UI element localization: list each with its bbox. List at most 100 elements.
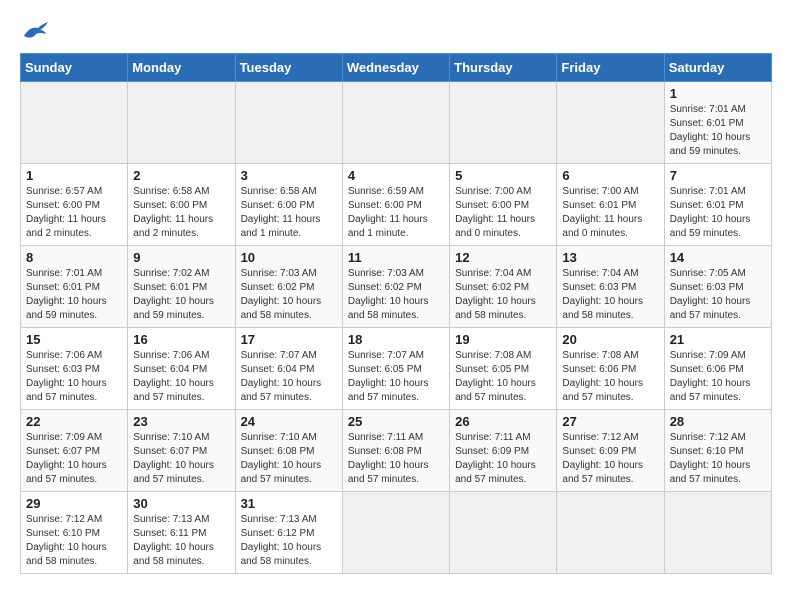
calendar-day: 9Sunrise: 7:02 AM Sunset: 6:01 PM Daylig…: [128, 246, 235, 328]
day-info: Sunrise: 7:04 AM Sunset: 6:03 PM Dayligh…: [562, 267, 658, 323]
day-info: Sunrise: 6:58 AM Sunset: 6:00 PM Dayligh…: [133, 185, 229, 241]
day-number: 30: [133, 496, 229, 511]
day-number: 14: [670, 250, 766, 265]
calendar-day: 15 Sunrise: 7:06 AM Sunset: 6:03 PM Dayli…: [21, 328, 128, 410]
day-number: 25: [348, 414, 444, 429]
calendar-day: [128, 82, 235, 164]
page-header: [20, 20, 772, 43]
calendar-day: 13 Sunrise: 7:04 AM Sunset: 6:03 PM Dayli…: [557, 246, 664, 328]
day-number: 26: [455, 414, 551, 429]
day-number: 7: [670, 168, 766, 183]
day-info: Sunrise: 7:01 AM Sunset: 6:01 PM Dayligh…: [670, 185, 766, 241]
day-info: Sunrise: 7:12 AM Sunset: 6:10 PM Dayligh…: [670, 431, 766, 487]
calendar-day: 1 Sunrise: 6:57 AM Sunset: 6:00 PM Daylig…: [21, 164, 128, 246]
calendar-table: SundayMondayTuesdayWednesdayThursdayFrid…: [20, 53, 772, 574]
day-info: Sunrise: 7:06 AM Sunset: 6:04 PM Dayligh…: [133, 349, 229, 405]
day-number: 4: [348, 168, 444, 183]
column-header-tuesday: Tuesday: [235, 54, 342, 82]
day-number: 31: [241, 496, 337, 511]
calendar-day: [557, 82, 664, 164]
day-number: 5: [455, 168, 551, 183]
calendar-day: 19Sunrise: 7:08 AM Sunset: 6:05 PM Dayli…: [450, 328, 557, 410]
calendar-day: 30 Sunrise: 7:13 AM Sunset: 6:11 PM Dayli…: [128, 492, 235, 574]
day-info: Sunrise: 7:05 AM Sunset: 6:03 PM Dayligh…: [670, 267, 766, 323]
calendar-day: 1Sunrise: 7:01 AM Sunset: 6:01 PM Daylig…: [664, 82, 771, 164]
calendar-day: [342, 492, 449, 574]
calendar-day: 21Sunrise: 7:09 AM Sunset: 6:06 PM Dayli…: [664, 328, 771, 410]
day-number: 29: [26, 496, 122, 511]
day-info: Sunrise: 7:07 AM Sunset: 6:04 PM Dayligh…: [241, 349, 337, 405]
calendar-day: 27 Sunrise: 7:12 AM Sunset: 6:09 PM Dayli…: [557, 410, 664, 492]
day-number: 19: [455, 332, 551, 347]
day-info: Sunrise: 7:12 AM Sunset: 6:09 PM Dayligh…: [562, 431, 658, 487]
day-info: Sunrise: 7:09 AM Sunset: 6:07 PM Dayligh…: [26, 431, 122, 487]
day-number: 18: [348, 332, 444, 347]
calendar-day: 2 Sunrise: 6:58 AM Sunset: 6:00 PM Daylig…: [128, 164, 235, 246]
calendar-day: 7 Sunrise: 7:01 AM Sunset: 6:01 PM Daylig…: [664, 164, 771, 246]
calendar-day: 8Sunrise: 7:01 AM Sunset: 6:01 PM Daylig…: [21, 246, 128, 328]
column-header-sunday: Sunday: [21, 54, 128, 82]
calendar-day: 25 Sunrise: 7:11 AM Sunset: 6:08 PM Dayli…: [342, 410, 449, 492]
day-info: Sunrise: 7:07 AM Sunset: 6:05 PM Dayligh…: [348, 349, 444, 405]
calendar-day: 10Sunrise: 7:03 AM Sunset: 6:02 PM Dayli…: [235, 246, 342, 328]
day-number: 13: [562, 250, 658, 265]
day-number: 2: [133, 168, 229, 183]
day-info: Sunrise: 7:00 AM Sunset: 6:01 PM Dayligh…: [562, 185, 658, 241]
calendar-day: 26Sunrise: 7:11 AM Sunset: 6:09 PM Dayli…: [450, 410, 557, 492]
day-info: Sunrise: 7:02 AM Sunset: 6:01 PM Dayligh…: [133, 267, 229, 323]
day-number: 28: [670, 414, 766, 429]
calendar-day: [342, 82, 449, 164]
day-info: Sunrise: 7:13 AM Sunset: 6:12 PM Dayligh…: [241, 513, 337, 569]
calendar-day: 12 Sunrise: 7:04 AM Sunset: 6:02 PM Dayli…: [450, 246, 557, 328]
day-number: 12: [455, 250, 551, 265]
column-header-thursday: Thursday: [450, 54, 557, 82]
calendar-day: 5 Sunrise: 7:00 AM Sunset: 6:00 PM Daylig…: [450, 164, 557, 246]
calendar-day: 23 Sunrise: 7:10 AM Sunset: 6:07 PM Dayli…: [128, 410, 235, 492]
day-number: 11: [348, 250, 444, 265]
day-info: Sunrise: 7:10 AM Sunset: 6:07 PM Dayligh…: [133, 431, 229, 487]
day-number: 6: [562, 168, 658, 183]
calendar-day: [450, 82, 557, 164]
day-info: Sunrise: 7:06 AM Sunset: 6:03 PM Dayligh…: [26, 349, 122, 405]
day-number: 1: [670, 86, 766, 101]
day-number: 17: [241, 332, 337, 347]
calendar-day: [557, 492, 664, 574]
logo-text: [20, 20, 50, 47]
calendar-header-row: SundayMondayTuesdayWednesdayThursdayFrid…: [21, 54, 772, 82]
day-info: Sunrise: 7:13 AM Sunset: 6:11 PM Dayligh…: [133, 513, 229, 569]
calendar-day: 31 Sunrise: 7:13 AM Sunset: 6:12 PM Dayli…: [235, 492, 342, 574]
calendar-day: 24 Sunrise: 7:10 AM Sunset: 6:08 PM Dayli…: [235, 410, 342, 492]
day-number: 1: [26, 168, 122, 183]
day-number: 23: [133, 414, 229, 429]
calendar-week-3: 8Sunrise: 7:01 AM Sunset: 6:01 PM Daylig…: [21, 246, 772, 328]
calendar-day: 14 Sunrise: 7:05 AM Sunset: 6:03 PM Dayli…: [664, 246, 771, 328]
calendar-day: 17 Sunrise: 7:07 AM Sunset: 6:04 PM Dayli…: [235, 328, 342, 410]
day-number: 27: [562, 414, 658, 429]
calendar-day: 4Sunrise: 6:59 AM Sunset: 6:00 PM Daylig…: [342, 164, 449, 246]
day-number: 15: [26, 332, 122, 347]
logo-bird-icon: [22, 20, 50, 42]
calendar-day: 3Sunrise: 6:58 AM Sunset: 6:00 PM Daylig…: [235, 164, 342, 246]
logo: [20, 20, 50, 43]
calendar-day: 16Sunrise: 7:06 AM Sunset: 6:04 PM Dayli…: [128, 328, 235, 410]
day-number: 8: [26, 250, 122, 265]
day-info: Sunrise: 7:11 AM Sunset: 6:08 PM Dayligh…: [348, 431, 444, 487]
calendar-week-2: 1 Sunrise: 6:57 AM Sunset: 6:00 PM Daylig…: [21, 164, 772, 246]
column-header-monday: Monday: [128, 54, 235, 82]
day-info: Sunrise: 7:04 AM Sunset: 6:02 PM Dayligh…: [455, 267, 551, 323]
calendar-day: 20Sunrise: 7:08 AM Sunset: 6:06 PM Dayli…: [557, 328, 664, 410]
day-number: 22: [26, 414, 122, 429]
day-info: Sunrise: 6:57 AM Sunset: 6:00 PM Dayligh…: [26, 185, 122, 241]
day-number: 24: [241, 414, 337, 429]
calendar-day: [664, 492, 771, 574]
day-number: 20: [562, 332, 658, 347]
calendar-day: [21, 82, 128, 164]
day-number: 3: [241, 168, 337, 183]
calendar-week-6: 29Sunrise: 7:12 AM Sunset: 6:10 PM Dayli…: [21, 492, 772, 574]
calendar-week-1: 1Sunrise: 7:01 AM Sunset: 6:01 PM Daylig…: [21, 82, 772, 164]
day-info: Sunrise: 7:00 AM Sunset: 6:00 PM Dayligh…: [455, 185, 551, 241]
day-info: Sunrise: 7:10 AM Sunset: 6:08 PM Dayligh…: [241, 431, 337, 487]
day-info: Sunrise: 7:03 AM Sunset: 6:02 PM Dayligh…: [241, 267, 337, 323]
calendar-day: 29Sunrise: 7:12 AM Sunset: 6:10 PM Dayli…: [21, 492, 128, 574]
calendar-week-4: 15 Sunrise: 7:06 AM Sunset: 6:03 PM Dayli…: [21, 328, 772, 410]
